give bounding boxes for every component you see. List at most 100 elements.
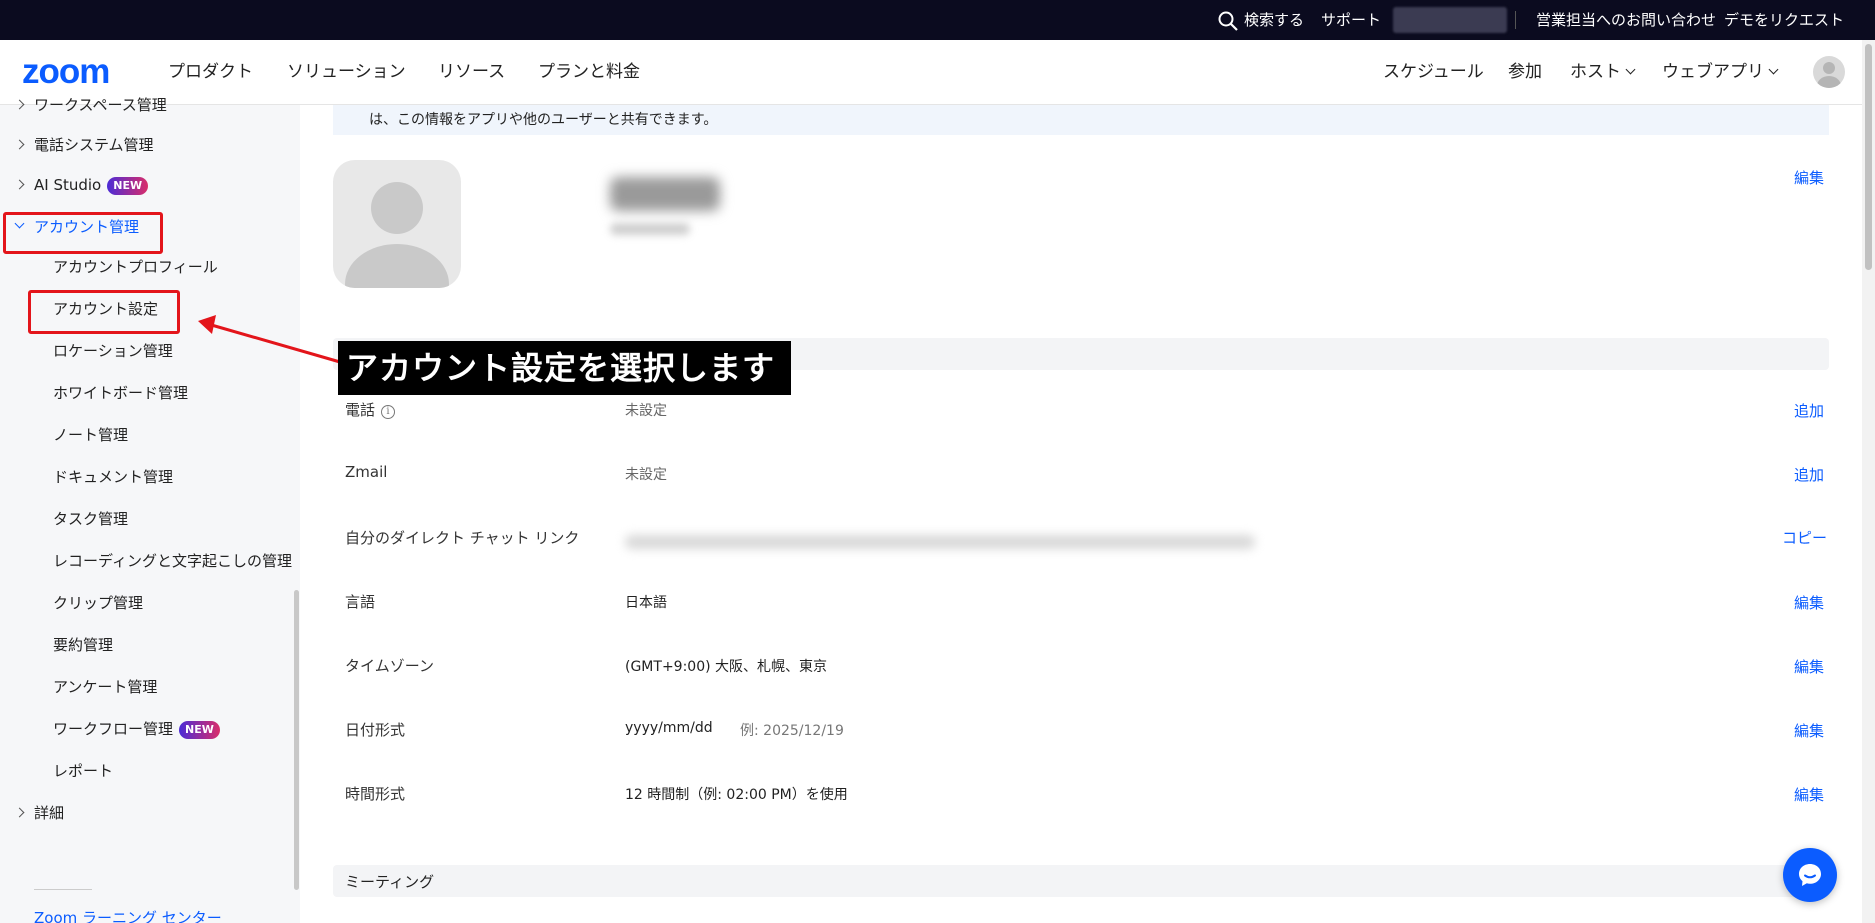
- info-icon[interactable]: i: [381, 405, 396, 419]
- nav-web-app[interactable]: ウェブアプリ: [1662, 40, 1779, 105]
- chevron-down-icon: [1625, 64, 1636, 75]
- chevron-down-icon: [1768, 64, 1779, 75]
- sidebar-item-label: ワークフロー管理 NEW: [53, 714, 220, 744]
- utility-bar: 検索する サポート 営業担当へのお問い合わせ デモをリクエスト: [0, 0, 1875, 40]
- sidebar-item-surveys[interactable]: アンケート管理: [0, 672, 300, 702]
- copy-chat-link-button[interactable]: コピー: [1782, 527, 1827, 548]
- date-format-example: 例: 2025/12/19: [740, 723, 844, 739]
- sidebar-item-label: ワークスペース管理: [34, 96, 167, 114]
- sidebar-item-label: アカウントプロフィール: [53, 258, 218, 276]
- sidebar-scrollbar[interactable]: [294, 590, 299, 890]
- page-scrollbar[interactable]: [1862, 40, 1875, 923]
- sidebar-item-clips[interactable]: クリップ管理: [0, 588, 300, 618]
- sidebar-item-label: ドキュメント管理: [53, 468, 174, 486]
- edit-profile-button[interactable]: 編集: [1794, 167, 1824, 188]
- zoom-logo[interactable]: zoom: [22, 52, 110, 92]
- sidebar-item-notes[interactable]: ノート管理: [0, 420, 300, 450]
- sidebar-item-label: 電話システム管理: [34, 136, 154, 154]
- avatar-head: [371, 182, 423, 234]
- avatar-body: [345, 244, 449, 288]
- zmail-value: 未設定: [625, 467, 667, 483]
- main-content: は、この情報をアプリや他のユーザーと共有できます。 編集 電話 i 未設定 追加 …: [300, 105, 1862, 923]
- nav-solutions[interactable]: ソリューション: [287, 40, 406, 105]
- search-link[interactable]: 検索する: [1244, 0, 1304, 40]
- edit-language-button[interactable]: 編集: [1794, 592, 1824, 613]
- annotation-arrow-icon: [198, 315, 341, 364]
- sidebar-item-phone-system[interactable]: 電話システム管理: [0, 130, 300, 160]
- nav-schedule[interactable]: スケジュール: [1383, 40, 1484, 105]
- sidebar-item-label: Zoom ラーニング センター: [34, 909, 222, 923]
- sidebar-item-reports[interactable]: レポート: [0, 756, 300, 786]
- contact-sales-link[interactable]: 営業担当へのお問い合わせ: [1536, 0, 1716, 40]
- add-phone-button[interactable]: 追加: [1794, 400, 1824, 421]
- user-avatar[interactable]: [1813, 56, 1845, 88]
- nav-join[interactable]: 参加: [1508, 40, 1542, 105]
- info-text: は、この情報をアプリや他のユーザーと共有できます。: [369, 112, 718, 128]
- chat-support-button[interactable]: [1783, 848, 1837, 902]
- sidebar-item-label: レポート: [53, 762, 114, 780]
- sidebar-item-label: 要約管理: [53, 636, 114, 654]
- nav-resources[interactable]: リソース: [438, 40, 505, 105]
- field-label-date-format: 日付形式: [345, 721, 406, 739]
- info-banner: は、この情報をアプリや他のユーザーと共有できます。: [333, 105, 1829, 135]
- field-label-zmail: Zmail: [345, 463, 388, 481]
- redacted-chat-link: [625, 535, 1255, 549]
- edit-date-format-button[interactable]: 編集: [1794, 720, 1824, 741]
- date-format-value: yyyy/mm/dd: [625, 720, 713, 736]
- request-demo-link[interactable]: デモをリクエスト: [1724, 0, 1844, 40]
- profile-picture[interactable]: [333, 160, 461, 288]
- learning-center-link[interactable]: Zoom ラーニング センター: [0, 903, 300, 923]
- sidebar-item-advanced[interactable]: 詳細: [0, 798, 300, 828]
- new-badge: NEW: [179, 720, 220, 739]
- sidebar-item-whiteboard[interactable]: ホワイトボード管理: [0, 378, 300, 408]
- phone-value: 未設定: [625, 403, 667, 419]
- sidebar-item-label: タスク管理: [53, 510, 129, 528]
- field-label-language: 言語: [345, 593, 376, 611]
- avatar-body: [1817, 76, 1841, 88]
- nav-host-label: ホスト: [1570, 62, 1621, 82]
- phone-label: 電話: [345, 401, 376, 419]
- chevron-right-icon: [14, 139, 25, 150]
- chat-icon: [1799, 864, 1821, 886]
- sidebar-item-recordings[interactable]: レコーディングと文字起こしの管理: [0, 546, 300, 576]
- language-value: 日本語: [625, 595, 667, 611]
- field-label-chat-link: 自分のダイレクト チャット リンク: [345, 529, 580, 547]
- sidebar-item-documents[interactable]: ドキュメント管理: [0, 462, 300, 492]
- chevron-right-icon: [14, 99, 25, 110]
- add-zmail-button[interactable]: 追加: [1794, 464, 1824, 485]
- sidebar-item-label: ノート管理: [53, 426, 129, 444]
- avatar-head: [1823, 62, 1835, 74]
- sidebar-item-label: 詳細: [34, 804, 65, 822]
- redacted-name: [610, 177, 720, 211]
- field-label-timezone: タイムゾーン: [345, 657, 434, 675]
- meeting-section-title: ミーティング: [345, 873, 435, 891]
- sidebar-item-workflows[interactable]: ワークフロー管理 NEW: [0, 714, 300, 744]
- edit-time-format-button[interactable]: 編集: [1794, 784, 1824, 805]
- sidebar-item-label: レコーディングと文字起こしの管理: [53, 552, 292, 570]
- ai-studio-label: AI Studio: [34, 176, 102, 194]
- time-format-value: 12 時間制（例: 02:00 PM）を使用: [625, 787, 848, 803]
- scrollbar-thumb[interactable]: [1865, 44, 1872, 270]
- divider: [1515, 11, 1516, 29]
- nav-plans[interactable]: プランと料金: [538, 40, 640, 105]
- nav-web-app-label: ウェブアプリ: [1662, 62, 1764, 82]
- nav-host[interactable]: ホスト: [1570, 40, 1636, 105]
- timezone-value: (GMT+9:00) 大阪、札幌、東京: [625, 659, 828, 675]
- chevron-right-icon: [14, 179, 25, 190]
- sidebar-item-workspace[interactable]: ワークスペース管理: [0, 90, 300, 120]
- edit-timezone-button[interactable]: 編集: [1794, 656, 1824, 677]
- instruction-callout: アカウント設定を選択します: [338, 341, 791, 395]
- sidebar-item-label: AI Studio NEW: [34, 170, 149, 200]
- sidebar-item-tasks[interactable]: タスク管理: [0, 504, 300, 534]
- sidebar-item-label: ロケーション管理: [53, 342, 173, 360]
- workflows-label: ワークフロー管理: [53, 720, 174, 738]
- redacted-detail: [610, 223, 690, 235]
- support-link[interactable]: サポート: [1321, 0, 1381, 40]
- sidebar-item-ai-studio[interactable]: AI Studio NEW: [0, 170, 300, 200]
- highlight-account-management: [3, 212, 163, 254]
- sidebar-item-label: クリップ管理: [53, 594, 144, 612]
- sidebar-item-summaries[interactable]: 要約管理: [0, 630, 300, 660]
- search-icon[interactable]: [1218, 11, 1238, 31]
- divider: [34, 889, 92, 890]
- sidebar-item-account-profile[interactable]: アカウントプロフィール: [0, 252, 300, 282]
